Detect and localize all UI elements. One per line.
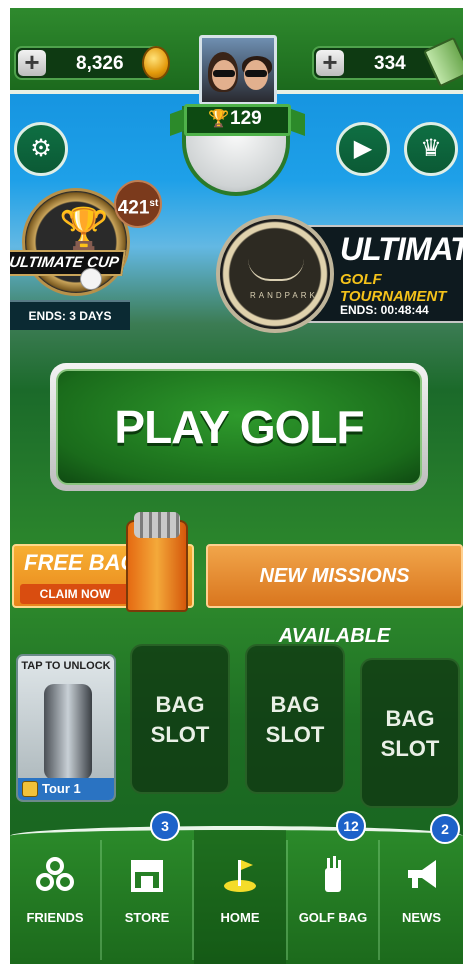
bag-slot-line2: SLOT bbox=[380, 736, 440, 761]
nav-news[interactable]: NEWS bbox=[380, 830, 463, 964]
home-flag-icon bbox=[194, 854, 286, 902]
rank-suffix: st bbox=[149, 198, 159, 209]
tour-bag-card[interactable]: TAP TO UNLOCK Tour 1 bbox=[16, 654, 116, 802]
tour-label: Tour 1 bbox=[42, 781, 81, 796]
news-badge: 2 bbox=[430, 814, 460, 844]
tournament-ends-label: ENDS: 00:48:44 bbox=[340, 303, 429, 317]
bag-slot[interactable]: BAG SLOT bbox=[360, 658, 460, 808]
bottom-nav: FRIENDS STORE HOME GOLF BAG NEWS bbox=[10, 826, 463, 964]
coin-icon bbox=[142, 46, 170, 80]
golf-bag-badge: 12 bbox=[336, 811, 366, 841]
bag-slot[interactable]: BAG SLOT bbox=[245, 644, 345, 794]
profile-avatar[interactable] bbox=[199, 35, 277, 105]
game-screen: + 8,326 + 334 🏆 129 ⚙ ▶ ♛ 🏆 ULTIMATE CUP… bbox=[10, 8, 463, 964]
video-button[interactable]: ▶ bbox=[336, 122, 390, 176]
randpark-label: RANDPARK bbox=[250, 291, 318, 300]
trophy-icon: 🏆 bbox=[208, 109, 230, 128]
friends-icon bbox=[10, 854, 100, 902]
home-flag-icon-svg bbox=[224, 860, 256, 892]
golf-bag-image bbox=[44, 684, 92, 780]
nav-store[interactable]: STORE bbox=[102, 830, 192, 964]
bag-slot-line2: SLOT bbox=[265, 722, 325, 747]
nav-golf-bag[interactable]: GOLF BAG bbox=[288, 830, 378, 964]
rank-badge: 421st bbox=[114, 180, 162, 228]
cash-value: 334 bbox=[374, 53, 406, 74]
ultimate-cup-event[interactable]: 🏆 ULTIMATE CUP 421st ENDS: 3 DAYS bbox=[10, 180, 162, 333]
cup-title: ULTIMATE CUP bbox=[10, 250, 126, 276]
new-missions-button[interactable]: NEW MISSIONS AVAILABLE bbox=[206, 544, 463, 647]
nav-friends[interactable]: FRIENDS bbox=[10, 830, 100, 964]
tournament-event[interactable]: ULTIMATE! GOLF TOURNAMENT ENDS: 00:48:44… bbox=[216, 215, 463, 333]
nav-golf-bag-label: GOLF BAG bbox=[298, 910, 368, 925]
gear-icon: ⚙ bbox=[30, 135, 52, 162]
landscape-icon bbox=[248, 259, 304, 281]
bag-slot-line1: BAG bbox=[155, 692, 205, 717]
rank-value: 421 bbox=[117, 197, 150, 219]
sunglasses-2 bbox=[245, 70, 267, 77]
bag-slot[interactable]: BAG SLOT bbox=[130, 644, 230, 794]
add-coins-button[interactable]: + bbox=[18, 49, 46, 76]
trophy-banner[interactable]: 🏆 129 bbox=[170, 104, 305, 138]
trophy-count: 129 bbox=[230, 108, 262, 129]
cup-icon: 🏆 bbox=[59, 207, 109, 251]
nav-home-label: HOME bbox=[220, 910, 260, 925]
nav-friends-label: FRIENDS bbox=[26, 910, 84, 925]
tournament-title: ULTIMATE! bbox=[340, 231, 463, 267]
video-camera-icon: ▶ bbox=[353, 135, 373, 162]
friends-icon-svg bbox=[36, 857, 74, 891]
randpark-logo: RANDPARK bbox=[216, 215, 334, 333]
golf-bag-icon-svg bbox=[325, 856, 341, 892]
megaphone-icon-svg bbox=[407, 860, 436, 888]
nav-store-label: STORE bbox=[124, 910, 170, 925]
golf-ball-icon bbox=[80, 268, 102, 290]
tap-to-unlock-label: TAP TO UNLOCK bbox=[21, 660, 111, 672]
sunglasses bbox=[213, 70, 235, 77]
cup-ends-label: ENDS: 3 DAYS bbox=[10, 300, 130, 330]
bag-slot-line1: BAG bbox=[270, 692, 320, 717]
cash-pill[interactable]: + 334 bbox=[312, 36, 463, 88]
store-badge: 3 bbox=[150, 811, 180, 841]
store-icon bbox=[102, 854, 192, 902]
crown-button[interactable]: ♛ bbox=[404, 122, 458, 176]
play-golf-label: PLAY GOLF bbox=[56, 369, 422, 485]
coins-value: 8,326 bbox=[76, 53, 124, 74]
free-bag-title: FREE BAG bbox=[24, 550, 138, 575]
bag-slot-line1: BAG bbox=[385, 706, 435, 731]
claim-now-button[interactable]: CLAIM NOW bbox=[20, 584, 130, 604]
add-cash-button[interactable]: + bbox=[316, 49, 344, 76]
nav-home[interactable]: HOME bbox=[194, 830, 286, 964]
coins-pill[interactable]: + 8,326 bbox=[14, 46, 170, 80]
lock-icon bbox=[22, 781, 38, 797]
crown-icon: ♛ bbox=[420, 135, 442, 162]
tournament-subtitle: GOLF TOURNAMENT bbox=[340, 271, 447, 305]
bag-slot-line2: SLOT bbox=[150, 722, 210, 747]
play-golf-button[interactable]: PLAY GOLF bbox=[50, 363, 428, 491]
settings-button[interactable]: ⚙ bbox=[14, 122, 68, 176]
golf-bag-icon bbox=[288, 854, 378, 902]
megaphone-icon bbox=[380, 854, 463, 902]
store-icon-svg bbox=[131, 860, 163, 892]
nav-news-label: NEWS bbox=[402, 910, 441, 925]
club-heads-graphic bbox=[134, 512, 180, 538]
